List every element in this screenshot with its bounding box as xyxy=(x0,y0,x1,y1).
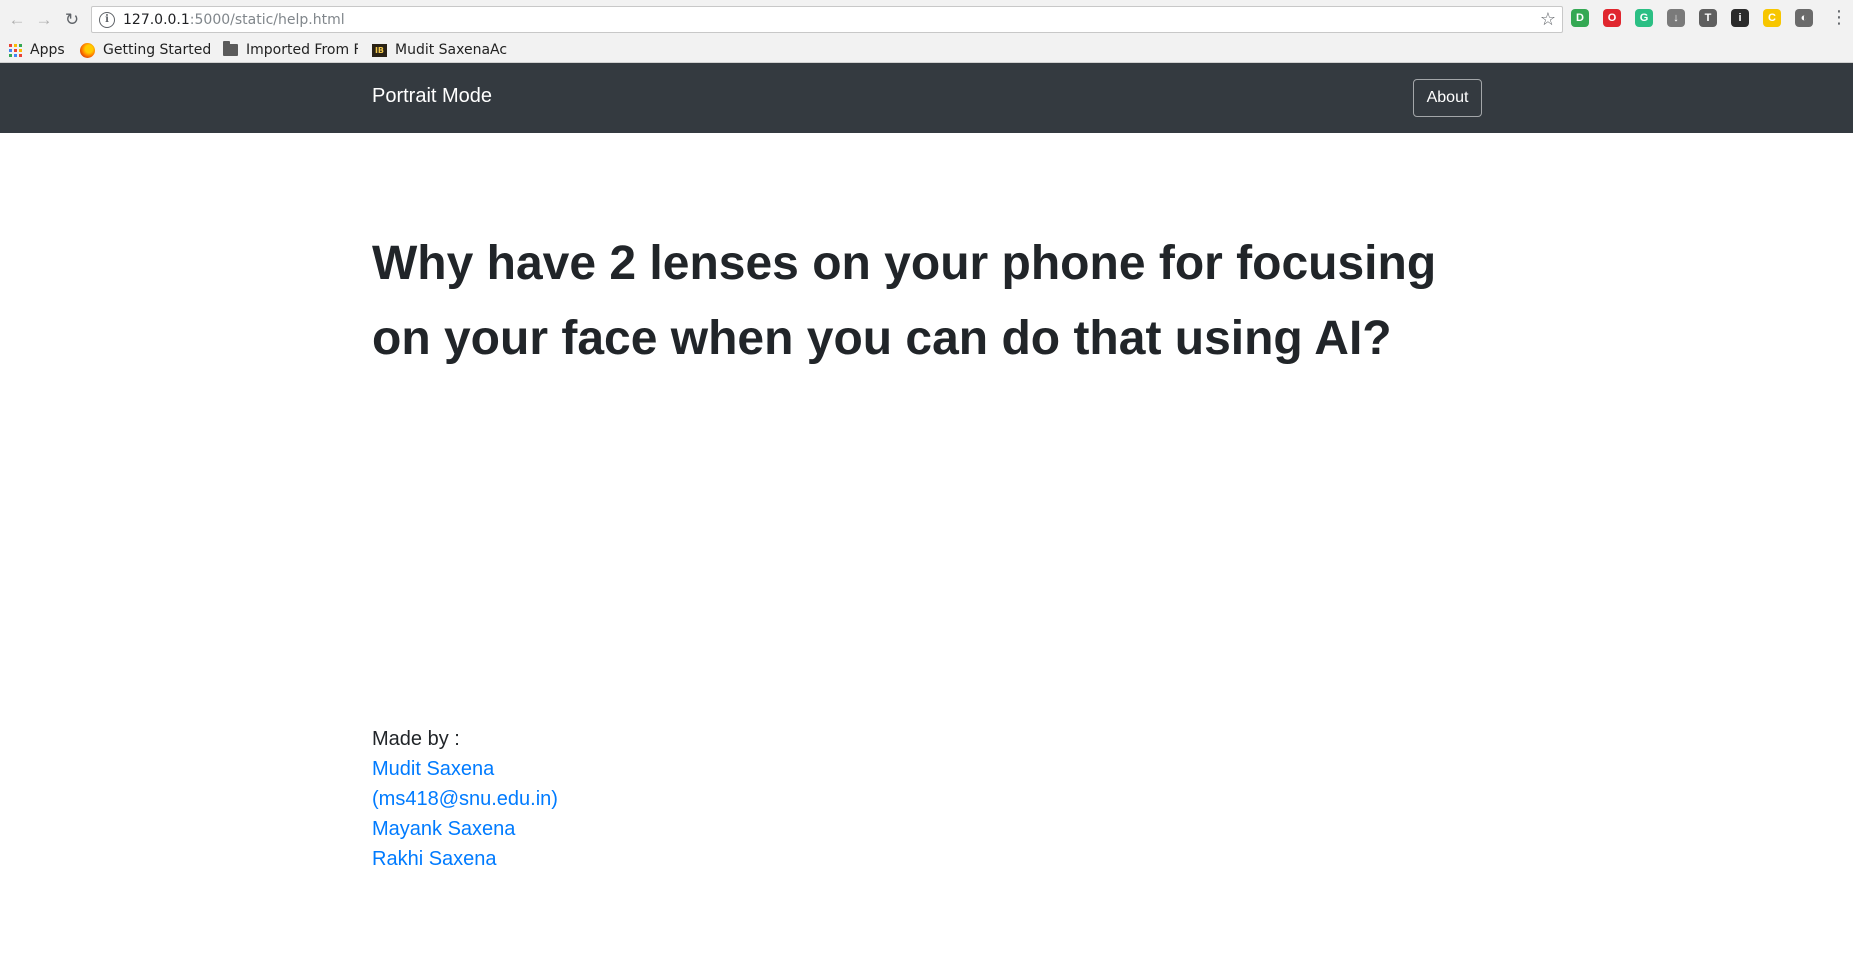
back-arrow-icon[interactable]: ← xyxy=(5,7,29,31)
firefox-icon xyxy=(80,42,95,58)
bookmark-imported-from[interactable]: Imported From F xyxy=(223,40,358,60)
credit-link-mayank[interactable]: Mayank Saxena xyxy=(372,814,558,844)
url-text[interactable]: 127.0.0.1:5000/static/help.html xyxy=(123,12,345,28)
menu-icon[interactable]: ⋮ xyxy=(1830,8,1848,26)
ext-t-icon[interactable]: T xyxy=(1699,9,1717,27)
brand-link[interactable]: Portrait Mode xyxy=(372,85,492,108)
bookmark-label: Imported From F xyxy=(246,42,358,58)
ext-download-icon[interactable]: ↓ xyxy=(1667,9,1685,27)
forward-arrow-icon[interactable]: → xyxy=(32,7,56,31)
credit-link-mudit[interactable]: Mudit Saxena xyxy=(372,754,558,784)
imdb-icon: IB xyxy=(372,43,387,57)
credits-section: Made by : Mudit Saxena (ms418@snu.edu.in… xyxy=(372,724,558,874)
url-host: 127.0.0.1 xyxy=(123,11,190,28)
bookmark-label: Apps xyxy=(30,42,65,58)
ext-opera-icon[interactable]: O xyxy=(1603,9,1621,27)
credit-link-rakhi[interactable]: Rakhi Saxena xyxy=(372,844,558,874)
info-icon[interactable]: i xyxy=(99,11,115,28)
ext-pacman-icon[interactable]: C xyxy=(1763,9,1781,27)
credits-label: Made by : xyxy=(372,728,460,750)
about-button[interactable]: About xyxy=(1413,79,1482,117)
ext-dark-icon[interactable]: i xyxy=(1731,9,1749,27)
bookmark-star-icon[interactable]: ☆ xyxy=(1540,9,1556,30)
bookmark-apps[interactable]: Apps xyxy=(9,40,65,60)
navbar: Portrait Mode About xyxy=(0,63,1853,133)
url-path: :5000/static/help.html xyxy=(189,11,345,28)
credit-link-email[interactable]: (ms418@snu.edu.in) xyxy=(372,784,558,814)
bookmark-label: Mudit SaxenaAc xyxy=(395,42,508,58)
address-bar[interactable]: i 127.0.0.1:5000/static/help.html ☆ xyxy=(91,6,1563,33)
bookmark-getting-started[interactable]: Getting Started xyxy=(80,40,211,60)
page-headline: Why have 2 lenses on your phone for focu… xyxy=(372,237,1437,365)
browser-toolbar: ← → ↻ i 127.0.0.1:5000/static/help.html … xyxy=(0,0,1853,38)
folder-icon xyxy=(223,41,238,56)
page-content: Portrait Mode About Why have 2 lenses on… xyxy=(0,63,1853,976)
bookmark-label: Getting Started xyxy=(103,42,212,58)
ext-green-icon[interactable]: D xyxy=(1571,9,1589,27)
apps-grid-icon xyxy=(9,43,22,57)
bookmarks-bar: Apps Getting Started Imported From F IB … xyxy=(0,38,1853,63)
bookmark-mudit-saxena[interactable]: IB Mudit SaxenaAc xyxy=(372,40,510,60)
ext-teal-icon[interactable]: G xyxy=(1635,9,1653,27)
ext-shield-icon[interactable]: ◐ xyxy=(1795,9,1813,27)
reload-icon[interactable]: ↻ xyxy=(60,7,84,31)
